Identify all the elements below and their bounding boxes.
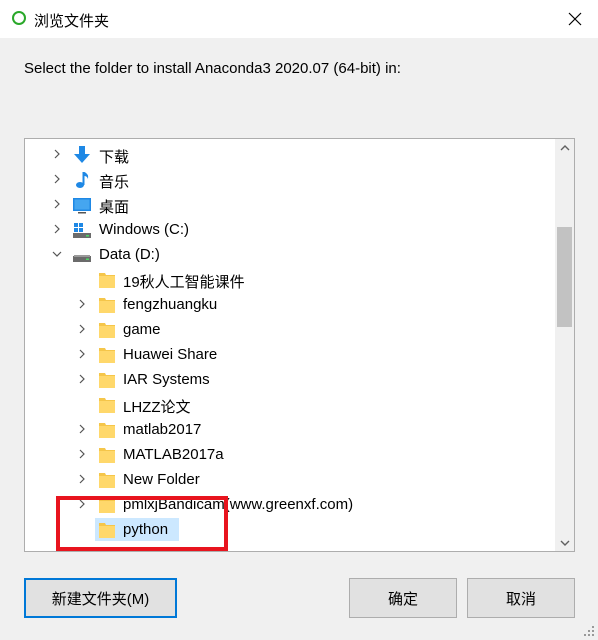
chevron-right-icon[interactable] <box>77 349 87 359</box>
title-bar: 浏览文件夹 <box>0 0 598 38</box>
folder-icon <box>99 373 115 388</box>
system-drive-icon <box>73 223 91 238</box>
chevron-up-icon <box>560 144 569 150</box>
tree-item-folder[interactable]: New Folder <box>25 467 555 492</box>
chevron-right-icon[interactable] <box>77 474 87 484</box>
tree-item-desktop[interactable]: 桌面 <box>25 192 555 217</box>
tree-item-folder[interactable]: game <box>25 317 555 342</box>
folder-icon <box>99 423 115 438</box>
chevron-right-icon[interactable] <box>77 424 87 434</box>
folder-icon <box>99 323 115 338</box>
ok-button[interactable]: 确定 <box>349 578 457 618</box>
drive-icon <box>73 255 91 262</box>
tree-item-label: matlab2017 <box>123 421 202 438</box>
chevron-right-icon[interactable] <box>52 174 62 184</box>
tree-item-label: IAR Systems <box>123 371 210 388</box>
folder-icon <box>99 273 115 288</box>
annotation-highlight-box <box>56 496 228 551</box>
cancel-button[interactable]: 取消 <box>467 578 575 618</box>
tree-item-label: MATLAB2017a <box>123 446 224 463</box>
scroll-thumb[interactable] <box>557 227 572 327</box>
tree-item-label: New Folder <box>123 471 200 488</box>
tree-item-label: Huawei Share <box>123 346 218 363</box>
music-note-icon <box>76 172 89 188</box>
close-button[interactable] <box>552 0 598 38</box>
tree-item-label: game <box>123 321 161 338</box>
tree-item-folder[interactable]: IAR Systems <box>25 367 555 392</box>
tree-item-windows-c[interactable]: Windows (C:) <box>25 217 555 242</box>
tree-item-label: 19秋人工智能课件 <box>123 274 245 291</box>
tree-item-label: Data (D:) <box>99 246 160 263</box>
tree-item-downloads[interactable]: 下载 <box>25 142 555 167</box>
folder-icon <box>99 298 115 313</box>
tree-item-label: 音乐 <box>99 174 130 191</box>
chevron-right-icon[interactable] <box>77 324 87 334</box>
vertical-scrollbar[interactable] <box>555 139 574 551</box>
chevron-down-icon[interactable] <box>52 249 62 259</box>
desktop-icon <box>73 198 91 214</box>
circle-app-icon <box>12 11 26 25</box>
download-arrow-icon <box>74 146 90 163</box>
folder-icon <box>99 448 115 463</box>
tree-item-label: Windows (C:) <box>99 221 190 238</box>
tree-item-data-d[interactable]: Data (D:) <box>25 242 555 267</box>
tree-item-folder[interactable]: matlab2017 <box>25 417 555 442</box>
folder-icon <box>99 398 115 413</box>
window-title: 浏览文件夹 <box>34 13 110 30</box>
tree-item-label: LHZZ论文 <box>123 399 191 416</box>
folder-tree[interactable]: 下载 音乐 桌面 Windows (C:) Data (D:) 19秋人工智能课… <box>24 138 575 552</box>
scroll-up-button[interactable] <box>555 139 574 156</box>
chevron-right-icon[interactable] <box>77 374 87 384</box>
new-folder-button[interactable]: 新建文件夹(M) <box>24 578 177 618</box>
chevron-right-icon[interactable] <box>77 299 87 309</box>
chevron-right-icon[interactable] <box>52 199 62 209</box>
scroll-down-button[interactable] <box>555 534 574 551</box>
tree-item-folder[interactable]: Huawei Share <box>25 342 555 367</box>
tree-item-folder[interactable]: LHZZ论文 <box>25 392 555 417</box>
close-icon <box>568 12 582 26</box>
folder-icon <box>99 348 115 363</box>
tree-item-folder[interactable]: fengzhuangku <box>25 292 555 317</box>
tree-item-folder[interactable]: 19秋人工智能课件 <box>25 267 555 292</box>
chevron-right-icon[interactable] <box>52 149 62 159</box>
tree-item-music[interactable]: 音乐 <box>25 167 555 192</box>
tree-item-label: 下载 <box>99 149 130 166</box>
dialog-prompt: Select the folder to install Anaconda3 2… <box>24 60 401 77</box>
tree-item-label: 桌面 <box>99 199 130 216</box>
folder-icon <box>99 473 115 488</box>
tree-item-folder[interactable]: MATLAB2017a <box>25 442 555 467</box>
chevron-right-icon[interactable] <box>77 449 87 459</box>
chevron-down-icon <box>560 540 569 546</box>
chevron-right-icon[interactable] <box>52 224 62 234</box>
tree-item-label: fengzhuangku <box>123 296 218 313</box>
folder-tree-content: 下载 音乐 桌面 Windows (C:) Data (D:) 19秋人工智能课… <box>25 139 555 551</box>
resize-grip-icon[interactable] <box>583 625 595 637</box>
